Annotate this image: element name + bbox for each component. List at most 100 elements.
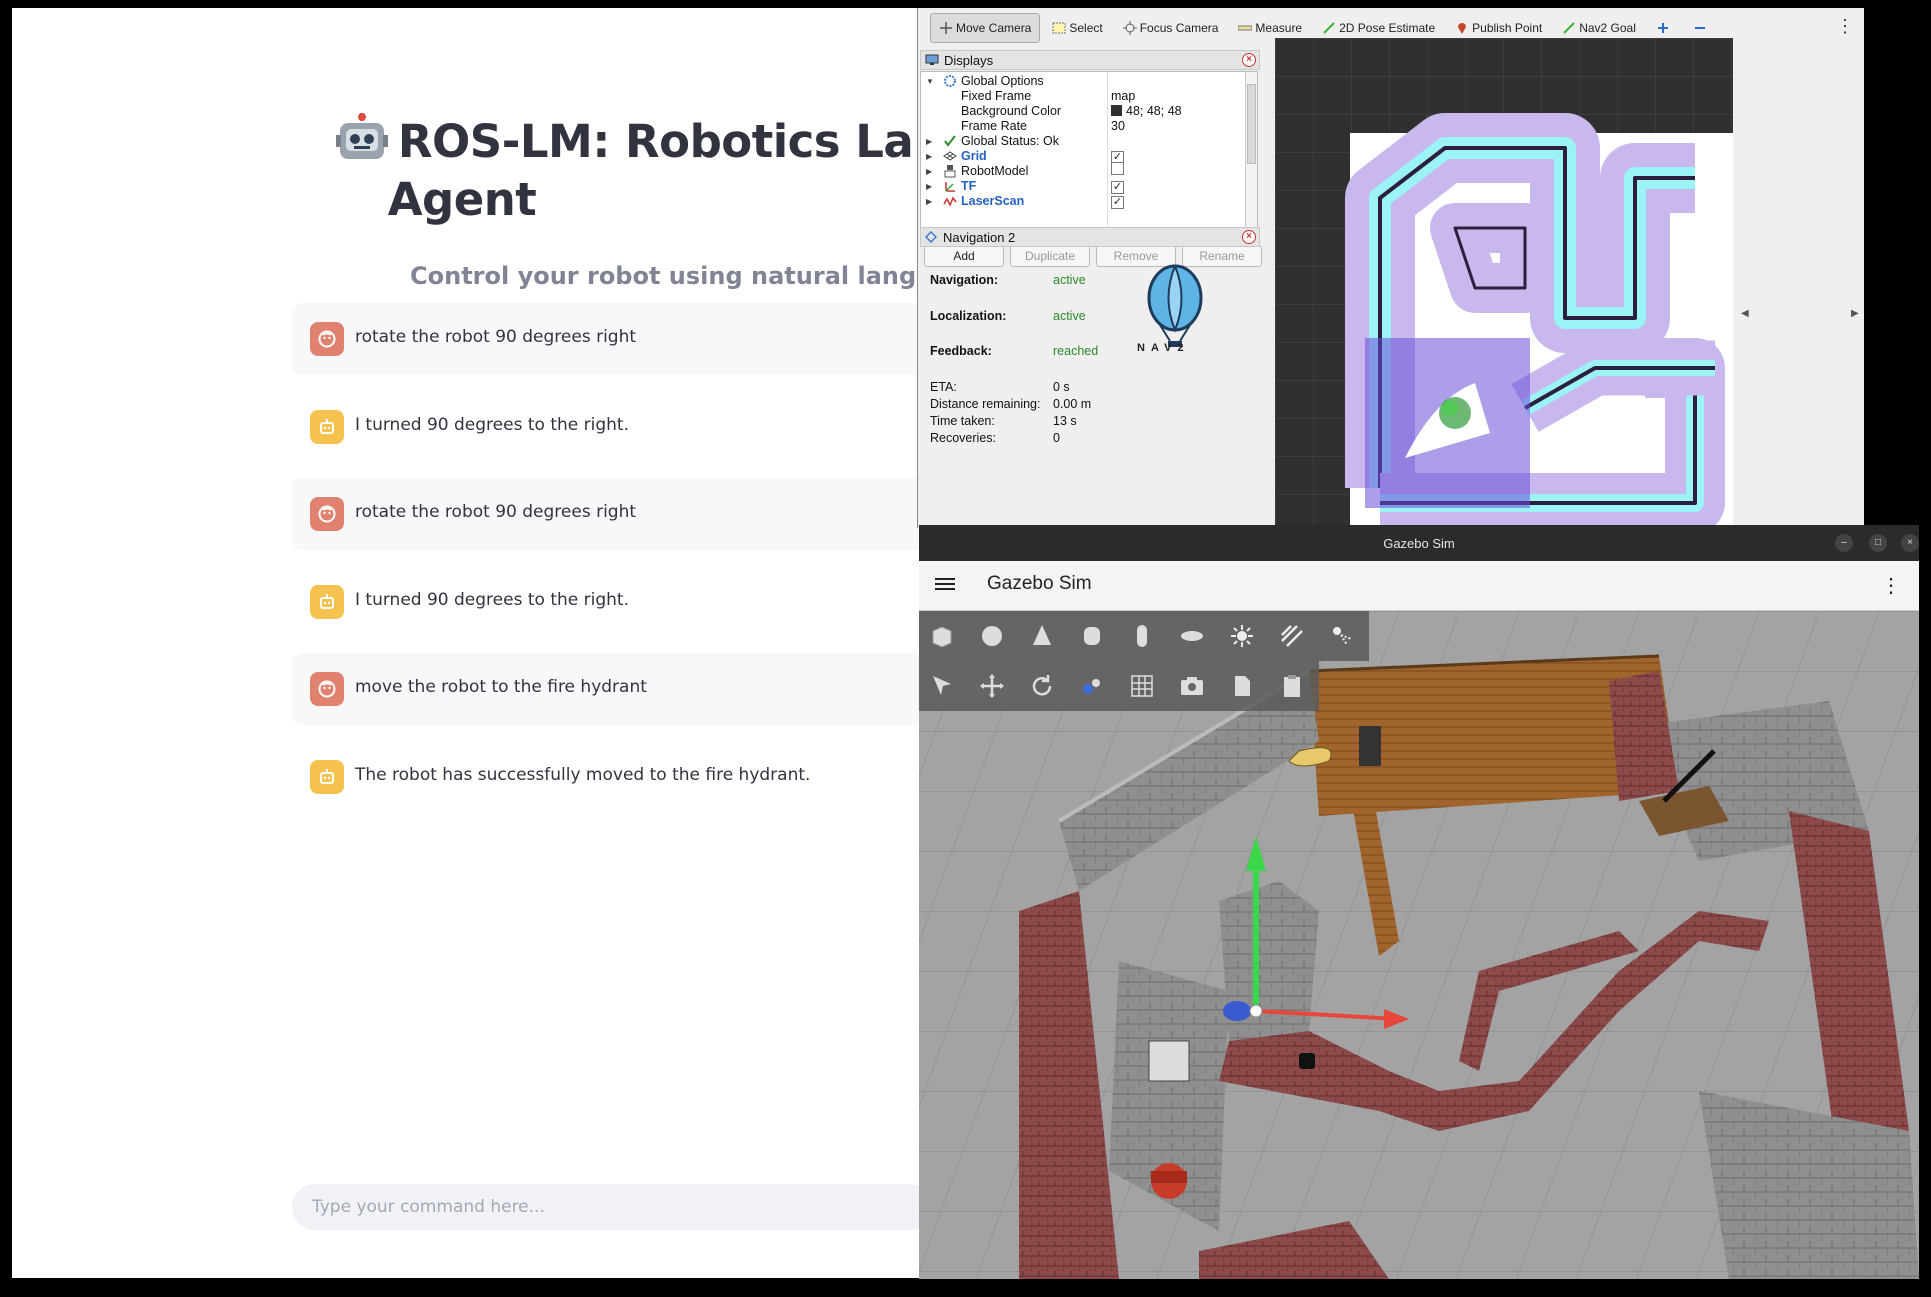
- scene-render[interactable]: [919, 611, 1919, 1279]
- chat-app-window: ROS-LM: Robotics Langu Agent Control you…: [12, 8, 920, 1278]
- tool-label: Nav2 Goal: [1579, 21, 1636, 35]
- rviz-3d-viewport[interactable]: [1275, 38, 1733, 528]
- directional-light-icon[interactable]: [1279, 623, 1305, 649]
- select-arrow-icon[interactable]: [929, 673, 955, 699]
- eta-label: ETA:: [930, 380, 957, 394]
- color-swatch: [1111, 105, 1122, 116]
- hamburger-menu-icon[interactable]: [935, 575, 955, 593]
- map-view[interactable]: [1275, 38, 1733, 528]
- chat-message-assistant: I turned 90 degrees to the right.: [292, 391, 920, 463]
- expand-icon[interactable]: ▼: [926, 77, 934, 86]
- message-text: move the robot to the fire hydrant: [355, 677, 647, 697]
- gear-icon: [944, 75, 956, 87]
- close-icon[interactable]: ×: [1901, 534, 1919, 552]
- time-value: 13 s: [1053, 414, 1077, 428]
- laserscan-checkbox[interactable]: ✓: [1111, 192, 1124, 210]
- box-icon[interactable]: [929, 623, 955, 649]
- window-title: Gazebo Sim: [1383, 535, 1455, 551]
- gazebo-kebab-icon[interactable]: ⋮: [1881, 573, 1901, 598]
- rviz-kebab-icon[interactable]: ⋮: [1836, 16, 1854, 37]
- pose-estimate-icon: [1323, 22, 1335, 34]
- sun-light-icon[interactable]: [1229, 623, 1255, 649]
- localization-label: Localization:: [930, 309, 1007, 323]
- gazebo-titlebar: Gazebo Sim – □ ×: [919, 525, 1919, 561]
- cylinder-icon[interactable]: [1079, 623, 1105, 649]
- nav2-goal-icon: [1563, 22, 1575, 34]
- translate-icon[interactable]: [979, 673, 1005, 699]
- ellipsoid-icon[interactable]: [1179, 623, 1205, 649]
- chat-message-assistant: I turned 90 degrees to the right.: [292, 566, 920, 638]
- select-icon: [1052, 22, 1066, 34]
- navigation-status: active: [1053, 273, 1086, 287]
- grid-config-icon[interactable]: [1129, 673, 1155, 699]
- plus-icon: [1657, 23, 1668, 33]
- title-line2: Agent: [387, 173, 537, 226]
- tool-focus-camera[interactable]: Focus Camera: [1115, 13, 1227, 43]
- nav2-title: Navigation 2: [943, 229, 1016, 245]
- command-input[interactable]: [312, 1197, 912, 1217]
- spot-light-icon[interactable]: [1329, 623, 1355, 649]
- tool-select[interactable]: Select: [1044, 13, 1110, 43]
- diamond-icon: [925, 231, 937, 243]
- shape-toolbar: [919, 611, 1369, 661]
- navigation2-panel: Navigation 2 × Navigation: active Locali…: [920, 227, 1260, 527]
- expand-icon[interactable]: ▶: [926, 182, 932, 191]
- grid-icon: [943, 151, 957, 161]
- tree-label: LaserScan: [961, 194, 1025, 208]
- tf-icon: [945, 182, 955, 192]
- tree-label: RobotModel: [961, 164, 1029, 178]
- paste-icon[interactable]: [1279, 673, 1305, 699]
- scrollbar-thumb[interactable]: [1247, 84, 1256, 164]
- feedback-label: Feedback:: [930, 344, 992, 358]
- minimize-icon[interactable]: –: [1835, 534, 1853, 552]
- laserscan-icon: [943, 196, 957, 207]
- tree-label: Frame Rate: [961, 119, 1027, 133]
- recoveries-label: Recoveries:: [930, 431, 996, 445]
- collapse-right-icon[interactable]: ▶: [1851, 308, 1859, 319]
- gazebo-3d-scene[interactable]: [919, 611, 1919, 1279]
- displays-tree: ▼ Global Options Fixed Frame map Backgroun…: [920, 71, 1258, 239]
- expand-icon[interactable]: ▶: [926, 197, 932, 206]
- bot-avatar-icon: [310, 410, 344, 444]
- distance-label: Distance remaining:: [930, 397, 1041, 411]
- snap-icon[interactable]: [1079, 673, 1105, 699]
- chat-message-user: rotate the robot 90 degrees right: [292, 478, 920, 550]
- expand-icon[interactable]: ▶: [926, 167, 932, 176]
- tree-label: Global Status: Ok: [961, 134, 1059, 148]
- tree-label: Background Color: [961, 104, 1062, 118]
- move-camera-icon: [940, 22, 952, 34]
- expand-icon[interactable]: ▶: [926, 137, 932, 146]
- nav2-header: Navigation 2 ×: [920, 227, 1260, 247]
- measure-icon: [1238, 25, 1253, 31]
- message-text: I turned 90 degrees to the right.: [355, 590, 629, 610]
- localization-status: active: [1053, 309, 1086, 323]
- desktop: ROS-LM: Robotics Langu Agent Control you…: [0, 0, 1931, 1297]
- user-avatar-icon: [310, 497, 344, 531]
- tree-scrollbar[interactable]: [1245, 72, 1257, 238]
- tree-label: Fixed Frame: [961, 89, 1032, 103]
- close-icon[interactable]: ×: [1242, 230, 1256, 244]
- transform-toolbar: [919, 661, 1319, 711]
- close-icon[interactable]: ×: [1242, 53, 1256, 67]
- maximize-icon[interactable]: □: [1869, 534, 1887, 552]
- user-avatar-icon: [310, 322, 344, 356]
- distance-value: 0.00 m: [1053, 397, 1092, 411]
- expand-icon[interactable]: ▶: [926, 152, 932, 161]
- chat-message-user: move the robot to the fire hydrant: [292, 653, 920, 725]
- collapse-left-icon[interactable]: ◀: [1741, 308, 1749, 319]
- displays-title: Displays: [944, 52, 994, 68]
- tree-label: Grid: [961, 149, 987, 163]
- tool-move-camera[interactable]: Move Camera: [930, 13, 1041, 43]
- tool-label: Measure: [1255, 21, 1303, 35]
- tree-row-laserscan[interactable]: ▶ LaserScan ✓: [921, 192, 1241, 210]
- navigation-label: Navigation:: [930, 273, 999, 287]
- cone-icon[interactable]: [1029, 623, 1055, 649]
- robot-icon: [335, 113, 388, 159]
- camera-icon[interactable]: [1179, 673, 1205, 699]
- command-input-container[interactable]: [292, 1184, 920, 1230]
- sphere-icon[interactable]: [979, 623, 1005, 649]
- robot-model-icon: [944, 165, 956, 178]
- capsule-icon[interactable]: [1129, 623, 1155, 649]
- rotate-icon[interactable]: [1029, 673, 1055, 699]
- copy-icon[interactable]: [1229, 673, 1255, 699]
